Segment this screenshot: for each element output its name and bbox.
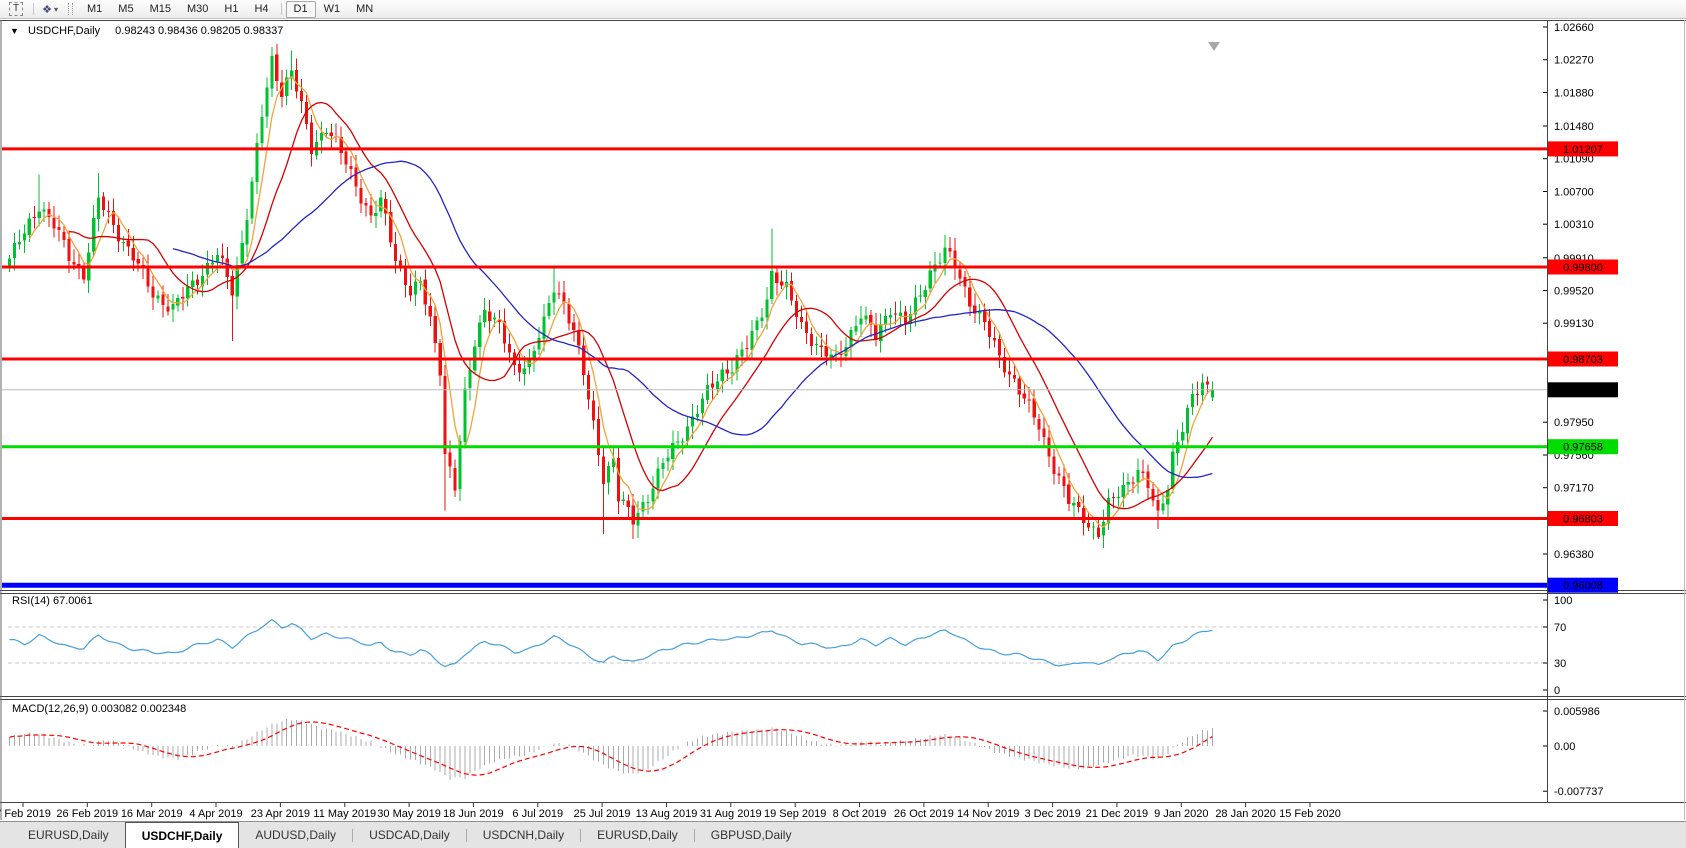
date-tick-label: 25 Jul 2019 — [574, 808, 631, 820]
date-tick-label: 3 Dec 2019 — [1024, 808, 1080, 820]
timeframe-button-MN[interactable]: MN — [348, 1, 381, 18]
macd-scale-label: 0.00 — [1554, 741, 1575, 753]
rsi-scale-label: 100 — [1554, 595, 1572, 607]
text-tool-icon: T — [9, 2, 24, 16]
price-tick-label: 1.02270 — [1554, 55, 1594, 67]
price-tick-label: 0.96380 — [1554, 549, 1594, 561]
price-badge-1.01207: 1.01207 — [1548, 141, 1618, 157]
price-badge-0.96008: 0.96008 — [1548, 577, 1618, 593]
date-axis[interactable]: 7 Feb 2019 26 Feb 2019 16 Mar 2019 4 Apr 20… — [0, 803, 1341, 820]
price-tick-label: 1.00700 — [1554, 187, 1594, 199]
shift-marker-icon — [1208, 42, 1220, 51]
svg-text:0.98703: 0.98703 — [1563, 354, 1603, 366]
tab-EURUSD-5[interactable]: EURUSD,Daily — [581, 822, 694, 848]
rsi-scale-label: 30 — [1554, 658, 1566, 670]
price-axis[interactable]: 1.026601.022701.018801.014801.010901.007… — [1543, 22, 1594, 561]
text-tool-button[interactable]: T — [5, 1, 29, 17]
generated-chart-layers: 1.026601.022701.018801.014801.010901.007… — [0, 20, 1686, 820]
rsi-indicator-label: RSI(14) 67.0061 — [12, 595, 93, 607]
date-tick-label: 18 Jun 2019 — [443, 808, 504, 820]
date-tick-label: 15 Feb 2020 — [1279, 808, 1341, 820]
chart-title: ▼ USDCHF,Daily 0.98243 0.98436 0.98205 0… — [10, 25, 283, 37]
date-tick-label: 11 May 2019 — [313, 808, 376, 820]
svg-text:1.01207: 1.01207 — [1563, 144, 1603, 156]
timeframe-button-group: M1 M5 M15 M30 H1 H4 D1 W1 MN — [79, 0, 381, 18]
svg-text:0.96008: 0.96008 — [1563, 580, 1603, 592]
timeframe-button-W1[interactable]: W1 — [316, 1, 349, 18]
date-tick-label: 4 Apr 2019 — [189, 808, 242, 820]
tab-USDCAD-3[interactable]: USDCAD,Daily — [353, 822, 466, 848]
timeframe-button-M15[interactable]: M15 — [142, 1, 179, 18]
svg-text:0.97658: 0.97658 — [1563, 442, 1603, 454]
price-tick-label: 0.99520 — [1554, 286, 1594, 298]
tab-USDCHF-1[interactable]: USDCHF,Daily — [124, 822, 240, 848]
timeframe-button-D1[interactable]: D1 — [285, 0, 316, 18]
candlestick-series — [7, 44, 1214, 548]
timeframe-button-H4[interactable]: H4 — [246, 1, 276, 18]
macd-indicator-label: MACD(12,26,9) 0.003082 0.002348 — [12, 703, 186, 715]
macd-histogram — [9, 719, 1213, 780]
current-price-badge: 0.98337 — [1548, 382, 1618, 398]
moving-average-lines — [28, 75, 1213, 528]
price-badge-0.99800: 0.99800 — [1548, 259, 1618, 275]
toolbar-separator — [280, 3, 282, 15]
date-tick-label: 8 Oct 2019 — [833, 808, 887, 820]
chart-ohlc-readout: 0.98243 0.98436 0.98205 0.98337 — [115, 25, 283, 37]
timeframe-button-M1[interactable]: M1 — [79, 1, 110, 18]
date-tick-label: 6 Jul 2019 — [512, 808, 563, 820]
date-tick-label: 19 Sep 2019 — [764, 808, 826, 820]
date-tick-label: 26 Oct 2019 — [894, 808, 954, 820]
date-tick-label: 31 Aug 2019 — [700, 808, 762, 820]
ma-5-line — [28, 75, 1213, 528]
svg-text:0.98337: 0.98337 — [1563, 385, 1603, 397]
price-tick-label: 1.00310 — [1554, 219, 1594, 231]
date-tick-label: 16 Mar 2019 — [121, 808, 183, 820]
dropdown-caret-icon: ▾ — [53, 4, 58, 14]
macd-scale-label: -0.007737 — [1554, 786, 1604, 798]
date-tick-label: 21 Dec 2019 — [1086, 808, 1148, 820]
chart-symbol-label: USDCHF,Daily — [28, 25, 101, 37]
rsi-scale-label: 0 — [1554, 685, 1560, 697]
timeframe-button-H1[interactable]: H1 — [216, 1, 246, 18]
price-tick-label: 1.01480 — [1554, 121, 1594, 133]
date-tick-label: 9 Jan 2020 — [1154, 808, 1208, 820]
date-tick-label: 28 Jan 2020 — [1215, 808, 1276, 820]
timeframe-button-M30[interactable]: M30 — [179, 1, 216, 18]
date-tick-label: 23 Apr 2019 — [251, 808, 310, 820]
chart-canvas[interactable]: 1.026601.022701.018801.014801.010901.007… — [0, 19, 1686, 821]
price-tick-label: 0.97950 — [1554, 417, 1594, 429]
svg-text:0.99800: 0.99800 — [1563, 262, 1603, 274]
tab-USDCNH-4[interactable]: USDCNH,Daily — [467, 822, 580, 848]
svg-text:0.96803: 0.96803 — [1563, 514, 1603, 526]
date-tick-label: 14 Nov 2019 — [957, 808, 1019, 820]
price-badge-0.98703: 0.98703 — [1548, 351, 1618, 367]
price-badge-0.97658: 0.97658 — [1548, 439, 1618, 455]
arrange-windows-button[interactable]: ❖ ▾ — [38, 2, 62, 17]
symbol-tab-bar: EURUSD,Daily USDCHF,Daily AUDUSD,Daily USDC… — [0, 821, 1686, 848]
arrange-windows-icon: ❖ — [42, 3, 52, 16]
toolbar: T ❖ ▾ M1 M5 M15 M30 H1 H4 D1 W1 MN — [0, 0, 1686, 19]
price-tick-label: 1.02660 — [1554, 22, 1594, 34]
price-tick-label: 0.97170 — [1554, 483, 1594, 495]
price-tick-label: 1.01880 — [1554, 88, 1594, 100]
toolbar-separator — [33, 3, 35, 15]
rsi-scale-label: 70 — [1554, 622, 1566, 634]
date-tick-label: 30 May 2019 — [377, 808, 441, 820]
tab-AUDUSD-2[interactable]: AUDUSD,Daily — [239, 822, 352, 848]
price-tick-label: 0.99130 — [1554, 318, 1594, 330]
macd-signal-line — [9, 721, 1213, 776]
price-badge-0.96803: 0.96803 — [1548, 511, 1618, 526]
tab-GBPUSD-6[interactable]: GBPUSD,Daily — [695, 822, 808, 848]
toolbar-grip[interactable] — [68, 3, 73, 15]
date-tick-label: 7 Feb 2019 — [0, 808, 51, 820]
timeframe-button-M5[interactable]: M5 — [110, 1, 141, 18]
tab-EURUSD-0[interactable]: EURUSD,Daily — [12, 822, 125, 848]
date-tick-label: 26 Feb 2019 — [56, 808, 118, 820]
date-tick-label: 13 Aug 2019 — [636, 808, 698, 820]
macd-scale-label: 0.005986 — [1554, 706, 1600, 718]
